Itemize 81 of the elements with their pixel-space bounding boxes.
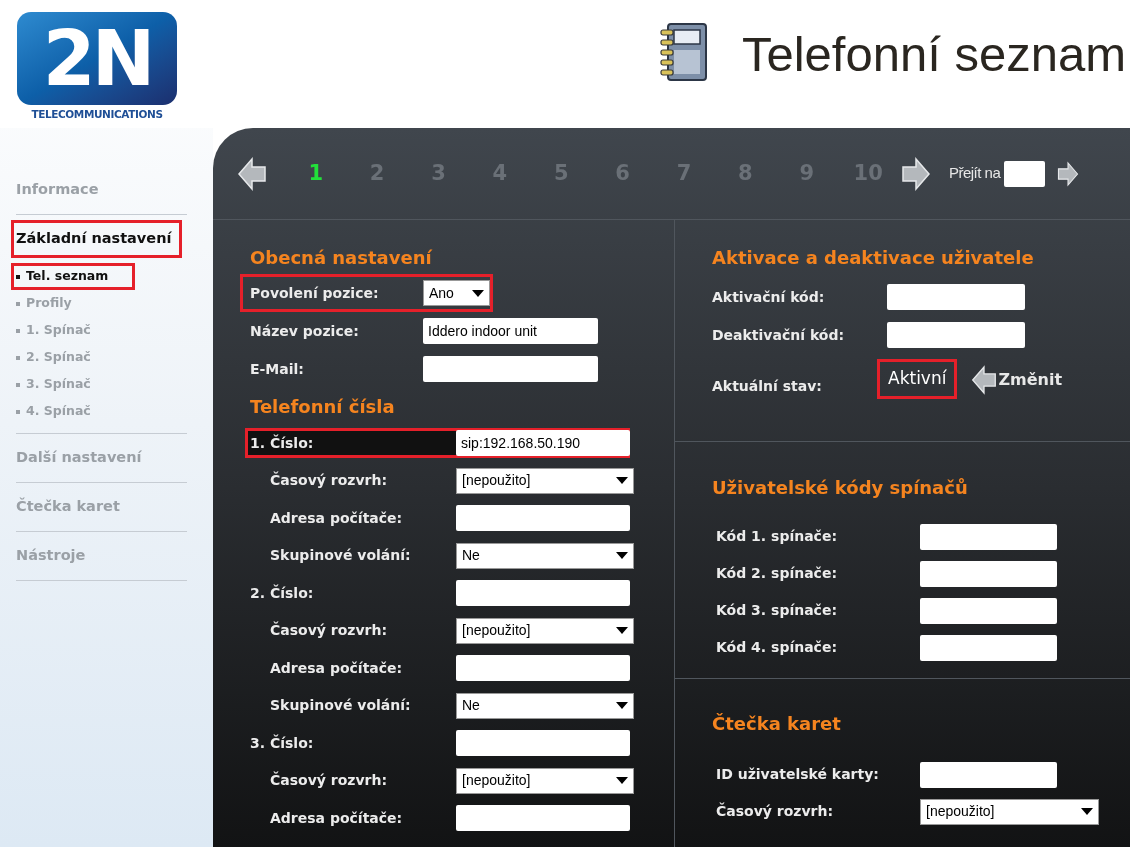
sidebar-item[interactable]: Čtečka karet xyxy=(16,496,120,518)
sidebar-subitem[interactable]: Profily xyxy=(16,294,72,313)
dropdown-caret-icon xyxy=(616,702,628,710)
field-label: Časový rozvrh: xyxy=(270,620,389,641)
dropdown-caret-icon xyxy=(616,777,628,785)
field-label: Časový rozvrh: xyxy=(270,470,389,491)
text-field[interactable] xyxy=(920,560,1057,587)
section-heading: Aktivace a deaktivace uživatele xyxy=(712,246,1035,270)
field-label: E-Mail: xyxy=(250,359,305,379)
previous-arrow-icon[interactable] xyxy=(237,156,267,191)
text-field[interactable] xyxy=(456,730,630,757)
section-heading: Uživatelské kódy spínačů xyxy=(712,476,969,500)
dropdown-caret-icon xyxy=(1081,808,1093,815)
field-label: Skupinové volání: xyxy=(270,546,412,566)
dropdown-caret-icon xyxy=(472,289,484,297)
text-field[interactable] xyxy=(887,284,1025,310)
field-label: Povolení pozice: xyxy=(250,283,380,303)
text-field[interactable] xyxy=(456,505,630,532)
text-field[interactable] xyxy=(920,761,1057,788)
sidebar-item[interactable]: Nástroje xyxy=(16,545,86,567)
dropdown-caret-icon xyxy=(616,477,628,485)
field-label: Kód 1. spínače: xyxy=(716,527,838,546)
sidebar-subitem[interactable]: Tel. seznam xyxy=(11,263,136,290)
next-arrow-icon[interactable] xyxy=(900,156,931,191)
sidebar-item[interactable]: Informace xyxy=(16,179,99,201)
dropdown-caret-icon xyxy=(616,552,628,560)
page-link[interactable]: 1 xyxy=(285,157,347,190)
select-field[interactable]: Ano xyxy=(423,280,490,306)
text-field[interactable] xyxy=(423,356,598,382)
text-field[interactable] xyxy=(920,597,1057,624)
sidebar-item[interactable]: Další nastavení xyxy=(16,447,142,469)
select-field[interactable]: [nepoužito] xyxy=(456,467,634,494)
field-label: 2. Číslo: xyxy=(250,583,315,603)
go-arrow-icon[interactable] xyxy=(1057,160,1080,187)
text-field[interactable] xyxy=(456,655,630,682)
field-label: Aktivační kód: xyxy=(712,287,826,307)
text-field[interactable] xyxy=(920,523,1057,550)
goto-label: Přejít na xyxy=(948,163,1001,184)
field-label: Časový rozvrh: xyxy=(716,801,835,821)
field-label: Skupinové volání: xyxy=(270,696,412,716)
field-label: Deaktivační kód: xyxy=(712,325,846,345)
section-heading: Čtečka karet xyxy=(712,712,842,736)
status-value: Aktivní xyxy=(877,359,958,399)
sidebar-subitem[interactable]: 4. Spínač xyxy=(16,402,91,421)
select-field[interactable]: [nepoužito] xyxy=(456,617,634,644)
sidebar-subitem[interactable]: 1. Spínač xyxy=(16,321,91,340)
notebook-icon xyxy=(657,22,710,84)
field-label: 3. Číslo: xyxy=(250,733,315,753)
section-heading: Telefonní čísla xyxy=(250,394,396,419)
field-label: 1. Číslo: xyxy=(250,433,315,453)
field-label: Adresa počítače: xyxy=(270,808,404,828)
arrow-icon[interactable] xyxy=(971,365,998,395)
field-label: Kód 2. spínače: xyxy=(716,564,838,583)
select-field[interactable]: Ne xyxy=(456,542,634,569)
field-label: Název pozice: xyxy=(250,321,360,341)
select-field[interactable]: [nepoužito] xyxy=(456,767,634,794)
field-label: ID uživatelské karty: xyxy=(716,765,880,784)
text-field[interactable]: Iddero indoor unit xyxy=(423,318,598,344)
text-field[interactable] xyxy=(456,805,630,832)
dropdown-caret-icon xyxy=(616,627,628,635)
select-field[interactable]: Ne xyxy=(456,692,634,719)
field-label: Časový rozvrh: xyxy=(270,770,389,791)
logo-tagline: TELECOMMUNICATIONS xyxy=(30,107,164,122)
change-button[interactable]: Změnit xyxy=(971,365,1063,395)
logo-mark: 2N xyxy=(17,12,177,105)
text-field[interactable] xyxy=(920,634,1057,661)
text-field[interactable] xyxy=(887,322,1025,348)
page-title: Telefonní seznam xyxy=(741,26,1126,83)
sidebar-subitem[interactable]: 3. Spínač xyxy=(16,375,91,394)
field-label: Adresa počítače: xyxy=(270,508,404,528)
select-field[interactable]: [nepoužito] xyxy=(920,798,1099,825)
field-label: Kód 3. spínače: xyxy=(716,601,838,620)
field-label: Aktuální stav: xyxy=(712,377,823,396)
section-heading: Obecná nastavení xyxy=(250,246,433,270)
sidebar-item[interactable]: Základní nastavení xyxy=(11,220,183,258)
field-label: Adresa počítače: xyxy=(270,658,404,678)
sidebar-subitem[interactable]: 2. Spínač xyxy=(16,348,91,367)
text-field[interactable]: sip:192.168.50.190 xyxy=(456,430,630,456)
field-label: Kód 4. spínače: xyxy=(716,638,838,657)
page-input[interactable] xyxy=(1004,160,1046,187)
text-field[interactable] xyxy=(456,580,630,607)
